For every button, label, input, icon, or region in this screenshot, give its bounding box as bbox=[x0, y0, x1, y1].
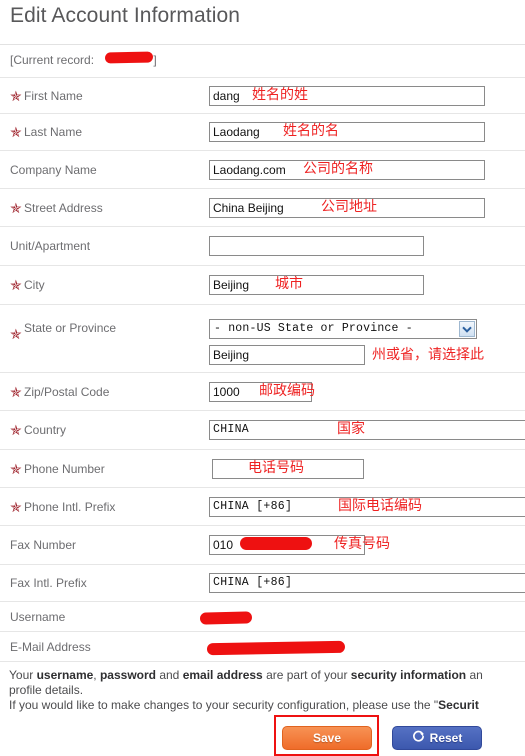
input-fax-prefix[interactable]: CHINA [+86] bbox=[209, 573, 525, 593]
form-row-last-name: ✯ Last Name Laodang 姓名的名 bbox=[0, 113, 525, 150]
label-fax-prefix: Fax Intl. Prefix bbox=[10, 576, 87, 590]
input-unit-apartment[interactable] bbox=[209, 236, 424, 256]
note-line2: profile details. bbox=[9, 683, 84, 697]
redacted-email-value bbox=[206, 640, 346, 656]
label-fax-number: Fax Number bbox=[10, 538, 77, 552]
current-record-prefix: [Current record: bbox=[10, 53, 95, 67]
form-row-state-province: ✯ State or Province - non-US State or Pr… bbox=[0, 304, 525, 372]
note-security-tab-bold: Securit bbox=[438, 698, 479, 712]
note-line1-g: are part of your bbox=[262, 668, 351, 682]
required-star-icon: ✯ bbox=[10, 460, 22, 477]
note-line1-e: and bbox=[155, 668, 183, 682]
note-line3-a: If you would like to make changes to you… bbox=[9, 698, 439, 712]
select-state-province[interactable]: - non-US State or Province - bbox=[209, 319, 477, 339]
form-row-city: ✯ City Beijing 城市 bbox=[0, 265, 525, 304]
note-email-bold: email address bbox=[182, 668, 263, 682]
form-row-company-name: Company Name Laodang.com 公司的名称 bbox=[0, 150, 525, 188]
required-star-icon: ✯ bbox=[10, 498, 22, 515]
note-line1-a: Your bbox=[9, 668, 37, 682]
annotation-street-address: 公司地址 bbox=[321, 199, 377, 215]
page-title: Edit Account Information bbox=[10, 4, 241, 27]
label-phone-prefix: Phone Intl. Prefix bbox=[24, 499, 116, 514]
annotation-phone-number: 电话号码 bbox=[248, 460, 304, 476]
required-star-icon: ✯ bbox=[10, 124, 22, 140]
label-first-name: First Name bbox=[24, 88, 83, 103]
label-street-address: Street Address bbox=[24, 200, 103, 215]
label-last-name: Last Name bbox=[24, 125, 83, 139]
form-row-phone-prefix: ✯ Phone Intl. Prefix CHINA [+86] 国际电话编码 bbox=[0, 487, 525, 525]
reset-button-label: Reset bbox=[429, 731, 463, 745]
save-button-highlight-annotation bbox=[274, 715, 379, 756]
form-row-first-name: ✯ First Name dang 姓名的姓 bbox=[0, 77, 525, 113]
annotation-first-name: 姓名的姓 bbox=[252, 87, 308, 103]
reset-button[interactable]: Reset bbox=[392, 726, 482, 750]
note-username-bold: username bbox=[36, 668, 94, 682]
note-security-info-bold: security information bbox=[350, 668, 467, 682]
input-last-name[interactable]: Laodang bbox=[209, 122, 485, 142]
label-state-province: State or Province bbox=[24, 321, 117, 335]
select-state-province-value: - non-US State or Province - bbox=[214, 322, 413, 335]
label-phone-number: Phone Number bbox=[24, 461, 105, 476]
chevron-down-icon[interactable] bbox=[459, 321, 475, 337]
label-company-name: Company Name bbox=[10, 162, 97, 177]
input-country[interactable]: CHINA bbox=[209, 420, 525, 440]
required-star-icon: ✯ bbox=[10, 199, 22, 216]
label-city: City bbox=[24, 278, 45, 292]
redacted-record-value bbox=[104, 51, 154, 64]
form-row-fax-prefix: Fax Intl. Prefix CHINA [+86] bbox=[0, 564, 525, 601]
label-email-address: E-Mail Address bbox=[10, 639, 91, 654]
security-info-note: Your username, password and email addres… bbox=[9, 668, 525, 713]
form-row-zip-code: ✯ Zip/Postal Code 1000 邮政编码 bbox=[0, 372, 525, 410]
form-row-street-address: ✯ Street Address China Beijing 公司地址 bbox=[0, 188, 525, 226]
edit-account-page: Edit Account Information [Current record… bbox=[0, 0, 525, 756]
annotation-state-province: 州或省，请选择此 bbox=[372, 347, 484, 363]
current-record-row: [Current record: ] bbox=[0, 45, 525, 77]
label-zip-code: Zip/Postal Code bbox=[24, 384, 110, 399]
required-star-icon: ✯ bbox=[10, 277, 22, 293]
annotation-city: 城市 bbox=[275, 276, 303, 292]
input-first-name[interactable]: dang bbox=[209, 85, 485, 106]
required-star-icon: ✯ bbox=[10, 326, 22, 342]
annotation-phone-prefix: 国际电话编码 bbox=[338, 498, 422, 514]
form-row-phone-number: ✯ Phone Number 电话号码 bbox=[0, 449, 525, 487]
required-star-icon: ✯ bbox=[10, 87, 22, 104]
annotation-company-name: 公司的名称 bbox=[303, 161, 373, 177]
note-line1-i: an bbox=[466, 668, 483, 682]
label-country: Country bbox=[24, 423, 67, 437]
redacted-fax-value bbox=[240, 537, 312, 550]
annotation-fax-number: 传真号码 bbox=[334, 536, 390, 552]
note-password-bold: password bbox=[99, 668, 156, 682]
form-row-country: ✯ Country CHINA 国家 bbox=[0, 410, 525, 449]
required-star-icon: ✯ bbox=[10, 383, 22, 400]
form-row-username: Username bbox=[0, 601, 525, 631]
note-line1-c: , bbox=[93, 668, 100, 682]
annotation-zip-code: 邮政编码 bbox=[259, 383, 315, 399]
label-unit-apartment: Unit/Apartment bbox=[10, 239, 91, 253]
required-star-icon: ✯ bbox=[10, 422, 22, 438]
input-city[interactable]: Beijing bbox=[209, 275, 424, 295]
redacted-username-value bbox=[199, 611, 253, 625]
annotation-last-name: 姓名的名 bbox=[283, 123, 339, 139]
refresh-icon bbox=[412, 730, 425, 746]
form-bottom-divider bbox=[0, 661, 525, 662]
label-username: Username bbox=[10, 609, 66, 624]
form-row-unit-apartment: Unit/Apartment bbox=[0, 226, 525, 265]
current-record-suffix: ] bbox=[153, 53, 157, 67]
input-state-province[interactable]: Beijing bbox=[209, 345, 365, 365]
annotation-country: 国家 bbox=[337, 421, 365, 437]
